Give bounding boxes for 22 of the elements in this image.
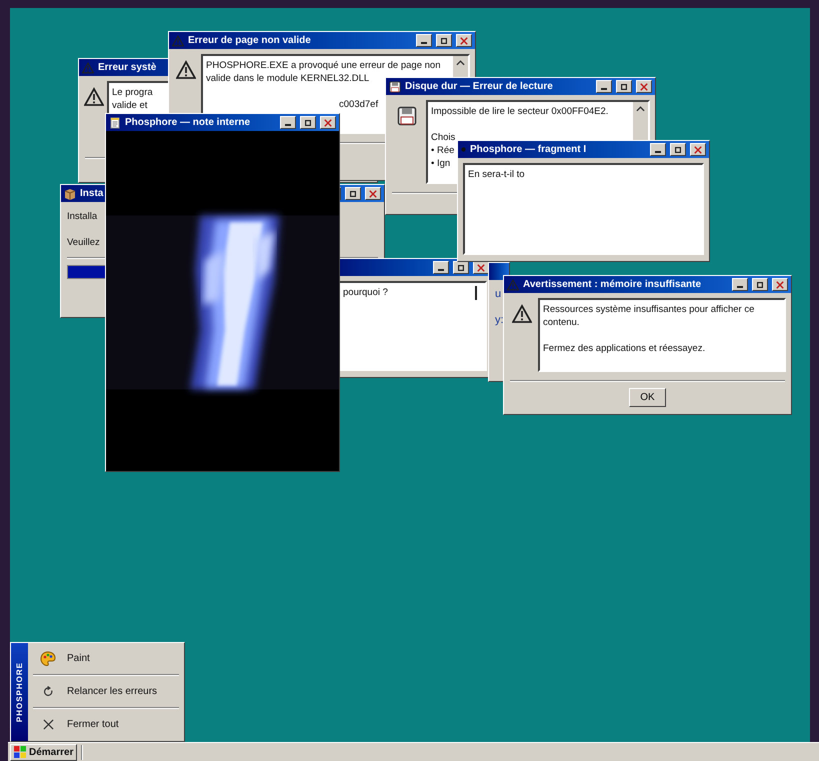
- message-text: Fermez des applications et réessayez.: [543, 342, 706, 355]
- message-text: Installa: [67, 210, 98, 223]
- window-title: Phosphore — fragment I: [470, 143, 586, 157]
- message-text: Le progra: [112, 86, 153, 99]
- message-text: • Rée: [431, 144, 454, 157]
- message-text: En sera-t-il to: [468, 168, 524, 181]
- message-text: y:: [495, 314, 504, 327]
- message-text: Chois: [431, 131, 456, 144]
- message-text: Ressources système insuffisantes pour afficher ce contenu.: [543, 303, 756, 329]
- message-text: u: [495, 288, 502, 301]
- window-title: Insta: [80, 187, 104, 201]
- message-text: PHOSPHORE.EXE a provoqué une erreur de page non: [206, 59, 440, 72]
- message-text: valide et: [112, 99, 148, 112]
- message-text: valide dans le module KERNEL32.DLL: [206, 72, 370, 85]
- message-text: c003d7ef: [339, 98, 378, 111]
- window-title: Erreur systè: [98, 61, 156, 75]
- message-text: • Ign: [431, 157, 450, 170]
- window-title: Erreur de page non valide: [188, 34, 311, 48]
- menu-banner-text: PHOSPHORE: [14, 662, 24, 722]
- message-text: pourquoi ?: [343, 286, 388, 299]
- window-title: Avertissement : mémoire insuffisante: [523, 278, 702, 292]
- message-text: Veuillez: [67, 236, 100, 249]
